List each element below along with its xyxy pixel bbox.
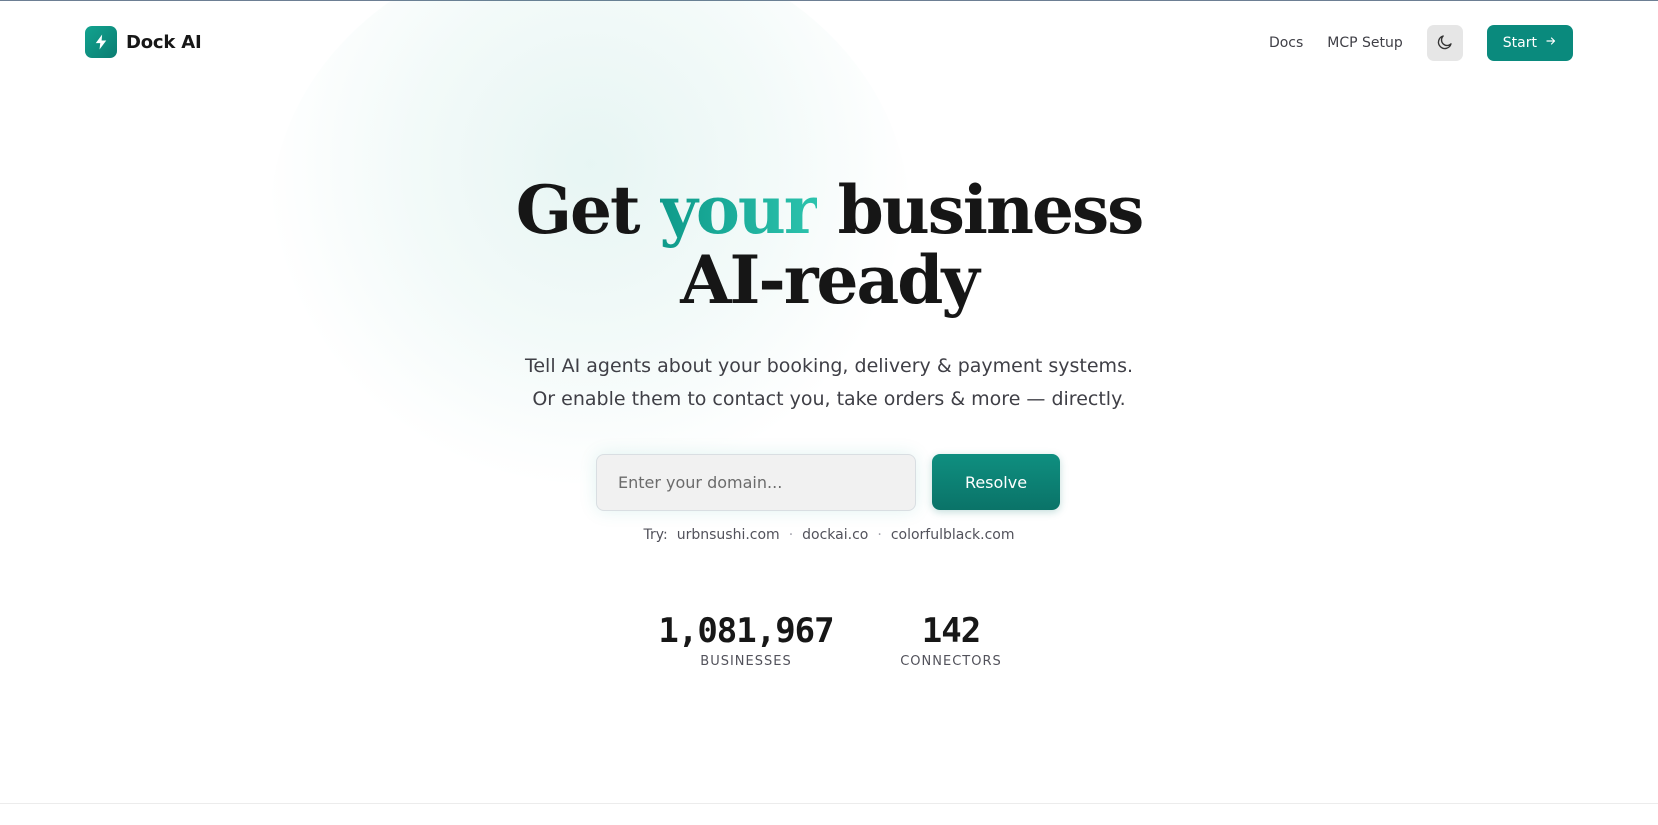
hero-title-line2: AI-ready	[680, 241, 979, 319]
stat-businesses: 1,081,967 BUSINESSES	[642, 610, 850, 669]
hero-title-accent: your	[659, 171, 819, 249]
hero-title: Get your business AI-ready	[0, 175, 1658, 315]
theme-toggle-button[interactable]	[1426, 25, 1463, 61]
nav-mcp-setup-link[interactable]: MCP Setup	[1327, 35, 1403, 51]
arrow-right-icon	[1545, 35, 1557, 51]
domain-search-form: Resolve	[596, 454, 1060, 511]
stat-value: 1,081,967	[658, 611, 834, 651]
start-button-label: Start	[1502, 35, 1537, 51]
lightning-bolt-icon	[85, 26, 117, 58]
moon-icon	[1436, 33, 1454, 54]
example-domains: Try: urbnsushi.com · dockai.co · colorfulblac…	[0, 527, 1658, 543]
stat-value: 142	[921, 611, 981, 651]
brand-name: Dock AI	[126, 31, 202, 53]
section-divider	[0, 803, 1658, 804]
hero-title-part2: business	[816, 171, 1145, 249]
example-domain-link[interactable]: urbnsushi.com	[677, 527, 780, 543]
domain-input[interactable]	[596, 454, 916, 511]
top-nav: Docs MCP Setup Start	[1269, 25, 1573, 61]
try-label: Try:	[643, 527, 668, 543]
stat-label: CONNECTORS	[900, 654, 1002, 669]
example-domain-link[interactable]: dockai.co	[802, 527, 868, 543]
nav-docs-link[interactable]: Docs	[1269, 35, 1303, 51]
separator: ·	[877, 527, 882, 543]
separator: ·	[788, 527, 794, 543]
hero-subtitle-line1: Tell AI agents about your booking, deliv…	[524, 355, 1134, 377]
example-domain-link[interactable]: colorfulblack.com	[891, 527, 1015, 543]
stat-connectors: 142 CONNECTORS	[880, 610, 1022, 669]
hero-subtitle: Tell AI agents about your booking, deliv…	[0, 350, 1658, 416]
stat-label: BUSINESSES	[700, 654, 792, 669]
brand-logo-link[interactable]: Dock AI	[85, 26, 202, 58]
start-button[interactable]: Start	[1486, 25, 1573, 61]
hero-subtitle-line2: Or enable them to contact you, take orde…	[532, 388, 1126, 410]
resolve-button[interactable]: Resolve	[932, 454, 1060, 510]
hero-title-part1: Get	[515, 171, 660, 249]
site-header: Dock AI Docs MCP Setup Start	[0, 0, 1658, 86]
